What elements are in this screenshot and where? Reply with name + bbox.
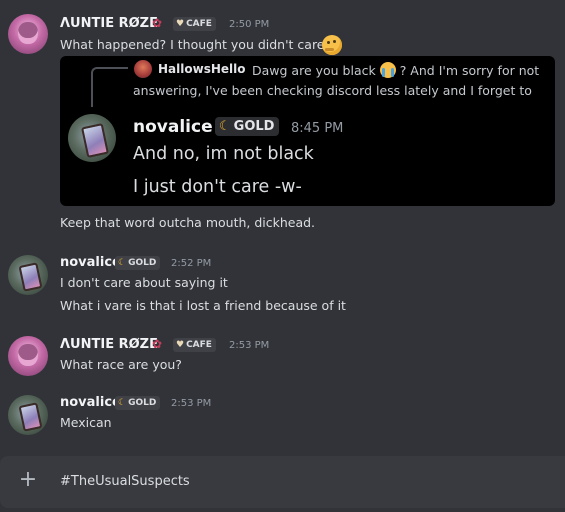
- author-name[interactable]: ΛUNTIE RØZE: [60, 337, 158, 352]
- server-tag-label: CAFE: [186, 340, 212, 350]
- reply-preview-text-line2[interactable]: answering, I've been checking discord le…: [133, 83, 532, 98]
- forwarded-message-text: I just don't care -w-: [133, 177, 302, 197]
- avatar-novalice[interactable]: [8, 395, 48, 435]
- message-input[interactable]: #TheUsualSuspects: [60, 474, 190, 489]
- message-timestamp: 2:53 PM: [229, 340, 270, 351]
- message-text: What race are you?: [60, 357, 182, 372]
- server-tag-label: GOLD: [128, 258, 157, 268]
- message-text: Mexican: [60, 415, 112, 430]
- server-tag-label: GOLD: [128, 398, 157, 408]
- heart-icon: ♥: [176, 340, 185, 350]
- avatar-novalice[interactable]: [68, 114, 116, 162]
- author-name[interactable]: novalice: [60, 395, 121, 410]
- avatar-novalice[interactable]: [8, 255, 48, 295]
- reply-text-part: ? And I'm sorry for not: [399, 63, 540, 78]
- plus-icon[interactable]: +: [16, 468, 40, 492]
- server-tag-badge[interactable]: ♥ CAFE: [173, 338, 216, 352]
- server-tag-badge[interactable]: ☾ GOLD: [115, 256, 161, 270]
- message-timestamp: 2:52 PM: [171, 258, 212, 269]
- avatar-auntie-roze[interactable]: [8, 14, 48, 54]
- author-name[interactable]: novalice: [60, 255, 121, 270]
- avatar-auntie-roze[interactable]: [8, 336, 48, 376]
- server-tag-badge[interactable]: ☾ GOLD: [215, 117, 280, 136]
- message-timestamp: 2:50 PM: [229, 19, 270, 30]
- server-tag-badge[interactable]: ☾ GOLD: [115, 396, 161, 410]
- server-tag-label: CAFE: [186, 19, 212, 29]
- message-text: Keep that word outcha mouth, dickhead.: [60, 215, 316, 230]
- rose-icon: ✿: [152, 337, 163, 351]
- moon-icon: ☾: [118, 258, 127, 268]
- reply-connector: [91, 67, 128, 107]
- reply-author-name[interactable]: HallowsHello: [158, 62, 246, 76]
- message-timestamp: 2:53 PM: [171, 398, 212, 409]
- reply-preview-text[interactable]: Dawg are you black ? And I'm sorry for n…: [252, 62, 539, 78]
- crying-emoji-icon: [379, 62, 396, 78]
- rose-icon: ✿: [152, 16, 163, 30]
- message-text: What happened? I thought you didn't care…: [60, 37, 332, 52]
- forwarded-message-text: And no, im not black: [133, 144, 314, 164]
- reply-text-part: Dawg are you black: [252, 63, 376, 78]
- heart-icon: ♥: [176, 19, 185, 29]
- thinking-emoji-icon: [322, 35, 342, 55]
- server-tag-badge[interactable]: ♥ CAFE: [173, 17, 216, 31]
- forwarded-author-name[interactable]: novalice: [133, 117, 213, 137]
- message-text: I don't care about saying it: [60, 275, 228, 290]
- moon-icon: ☾: [118, 398, 127, 408]
- author-name[interactable]: ΛUNTIE RØZE: [60, 16, 158, 31]
- server-tag-label: GOLD: [233, 119, 275, 134]
- reply-author-avatar[interactable]: [134, 60, 152, 78]
- moon-icon: ☾: [219, 119, 231, 134]
- message-text: What i vare is that i lost a friend beca…: [60, 298, 346, 313]
- forwarded-timestamp: 8:45 PM: [291, 121, 344, 136]
